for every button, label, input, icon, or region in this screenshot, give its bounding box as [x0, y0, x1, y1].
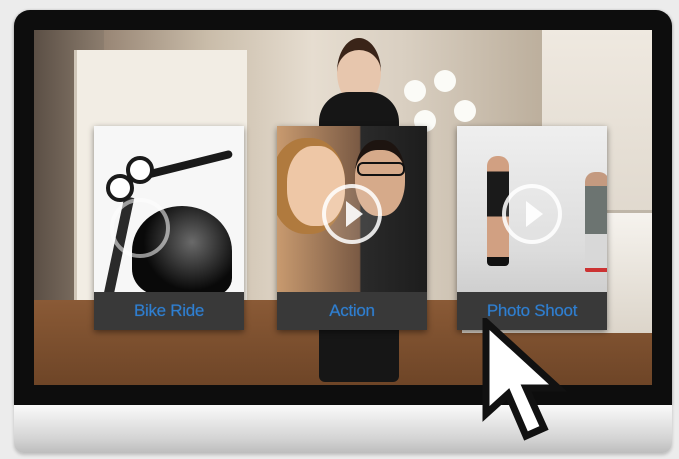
video-title: Action [277, 292, 427, 330]
play-icon[interactable] [502, 184, 562, 244]
glasses [357, 162, 405, 176]
photoshoot-thumbnail [457, 126, 607, 292]
video-card-action[interactable]: Action [277, 126, 427, 330]
video-title: Bike Ride [94, 292, 244, 330]
arrow-pointer-icon [482, 318, 567, 441]
couple-thumbnail [277, 126, 427, 292]
photographer-figure [585, 172, 607, 272]
gauge [126, 156, 154, 184]
play-icon[interactable] [110, 198, 170, 258]
video-card-photo-shoot[interactable]: Photo Shoot [457, 126, 607, 330]
play-icon[interactable] [322, 184, 382, 244]
